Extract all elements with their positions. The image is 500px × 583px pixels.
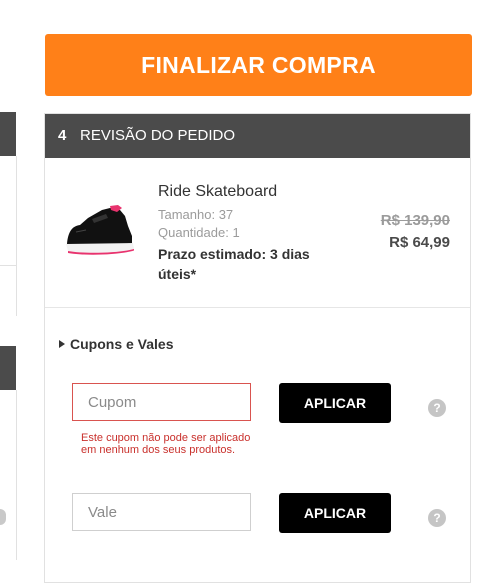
- coupons-title: Cupons e Vales: [70, 336, 174, 352]
- left-section-header: [0, 346, 16, 390]
- sneaker-image: [66, 205, 134, 255]
- section-title: REVISÃO DO PEDIDO: [80, 127, 236, 144]
- order-review-header: 4 REVISÃO DO PEDIDO: [45, 114, 470, 158]
- product-size: Tamanho: 37: [158, 207, 234, 222]
- left-section-border: [0, 390, 17, 560]
- caret-right-icon: [59, 340, 65, 348]
- help-icon[interactable]: ?: [428, 509, 446, 527]
- voucher-input[interactable]: [72, 493, 251, 531]
- apply-coupon-button[interactable]: APLICAR: [279, 383, 391, 423]
- coupon-input[interactable]: [72, 383, 251, 421]
- finalize-purchase-button[interactable]: FINALIZAR COMPRA: [45, 34, 472, 96]
- original-price: R$ 139,90: [380, 212, 450, 229]
- left-section-header: [0, 112, 16, 156]
- left-divider: [0, 265, 16, 266]
- product-quantity: Quantidade: 1: [158, 225, 240, 240]
- help-icon[interactable]: ?: [428, 399, 446, 417]
- divider: [45, 307, 470, 308]
- coupon-error-message: Este cupom não pode ser aplicado em nenh…: [81, 432, 251, 456]
- left-section-border: [0, 156, 17, 316]
- product-name: Ride Skateboard: [158, 183, 278, 200]
- order-review-panel: 4 REVISÃO DO PEDIDO Ride Skateboard Tama…: [44, 113, 471, 583]
- coupons-toggle[interactable]: Cupons e Vales: [59, 336, 173, 352]
- shipping-estimate: Prazo estimado: 3 dias úteis*: [158, 246, 310, 282]
- left-column-cropped: [0, 0, 17, 560]
- step-number: 4: [58, 127, 67, 144]
- current-price: R$ 64,99: [389, 234, 450, 251]
- apply-voucher-button[interactable]: APLICAR: [279, 493, 391, 533]
